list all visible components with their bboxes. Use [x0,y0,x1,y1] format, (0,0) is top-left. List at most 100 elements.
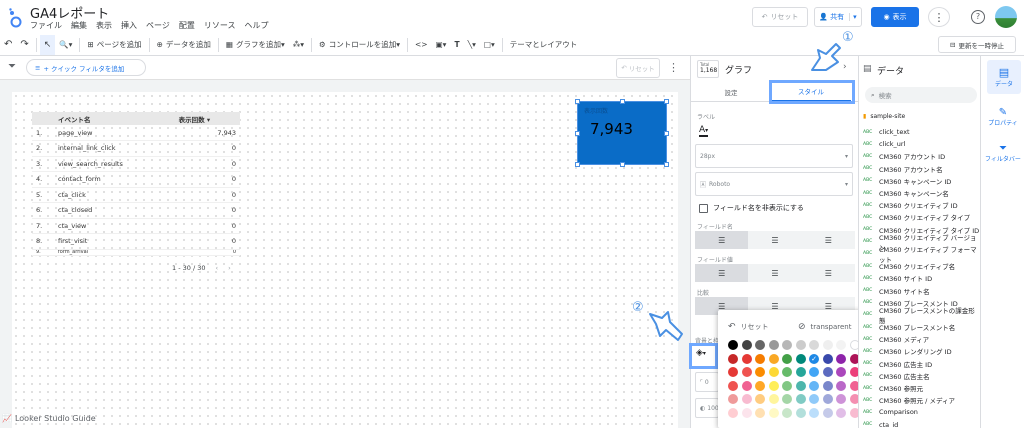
color-swatch[interactable] [755,407,765,418]
text-icon[interactable]: T [450,35,463,55]
color-swatch[interactable] [822,380,833,391]
transparent-button[interactable]: ⊘ transparent [798,322,852,332]
color-swatch[interactable] [782,367,792,377]
table-row[interactable]: 8. first_visit 0 [32,233,240,250]
resize-handle[interactable] [620,162,625,167]
list-item[interactable]: ABC CM360 参照元 [863,382,981,394]
color-swatch[interactable] [822,367,833,377]
menu-view[interactable]: 表示 [96,20,112,31]
filter-reset-button[interactable]: ↶ リセット [616,58,660,78]
list-item[interactable]: ABC cta_id [863,419,981,428]
color-swatch[interactable] [836,367,846,377]
report-canvas[interactable]: イベント名 表示回数 ▾ 1. page_view 7,943 2. internal… [2,92,678,428]
menu-insert[interactable]: 挿入 [121,20,137,31]
color-swatch[interactable] [741,394,752,404]
color-swatch[interactable] [755,367,765,377]
undo-icon[interactable]: ↶ [0,35,16,55]
align-center-icon[interactable]: ☰ [748,231,801,249]
resize-handle[interactable] [664,162,669,167]
table-row[interactable]: 3. view_search_results 0 [32,156,240,172]
color-swatch[interactable] [755,353,765,364]
list-item[interactable]: ABC CM360 アカウント名 [863,163,981,175]
menu-page[interactable]: ページ [146,20,170,31]
code-embed-icon[interactable]: <> [411,35,432,55]
color-swatch[interactable] [768,394,779,404]
color-swatch[interactable] [728,394,738,404]
color-swatch[interactable] [822,340,833,350]
tab-setup[interactable]: 設定 [691,82,771,102]
list-item[interactable]: ABC click_text [863,126,981,138]
list-item[interactable]: ABC CM360 クリエイティブ ID [863,199,981,211]
list-item[interactable]: ABC CM360 広告主名 [863,370,981,382]
event-table[interactable]: イベント名 表示回数 ▾ 1. page_view 7,943 2. internal… [32,112,240,256]
resize-handle[interactable] [575,131,580,136]
color-swatch[interactable] [755,394,765,404]
color-swatch[interactable] [809,394,819,404]
list-item[interactable]: ABC CM360 参照元 / メディア [863,394,981,406]
add-control-button[interactable]: ⚙ コントロールを追加 ▾ [315,35,404,55]
resize-handle[interactable] [664,99,669,104]
chart-type-icon[interactable]: Total 1,168 [697,60,719,78]
add-chart-button[interactable]: ▦ グラフを追加 ▾ [222,35,289,55]
color-swatch[interactable] [809,380,819,391]
align-left-icon[interactable]: ☰ [695,264,749,282]
color-swatch[interactable] [836,380,846,391]
color-swatch[interactable] [836,394,846,404]
color-swatch[interactable] [782,380,792,391]
resize-handle[interactable] [575,162,580,167]
color-swatch[interactable] [768,340,779,350]
list-item[interactable]: ABC CM360 レンダリング ID [863,345,981,357]
color-swatch[interactable] [782,353,792,364]
color-swatch[interactable] [768,407,779,418]
view-button[interactable]: ◉ 表示 [871,7,919,27]
opacity-input[interactable]: ◐ 100% [695,398,724,418]
font-size-select[interactable]: 28px ▾ [695,144,853,168]
fill-color-icon[interactable]: ◈▾ [696,348,706,358]
color-swatch[interactable] [728,380,738,391]
quick-filter-button[interactable]: ≡ + クイック フィルタを追加 [26,59,146,76]
data-source-label[interactable]: ▮ sample-site [863,113,905,120]
chevron-right-icon[interactable]: › [228,264,231,272]
color-swatch[interactable] [795,353,806,364]
list-item[interactable]: ABC Comparison [863,406,981,418]
line-icon[interactable]: ╲▾ [464,35,480,55]
table-row[interactable]: 6. cta_closed 0 [32,202,240,219]
color-swatch[interactable] [836,353,846,364]
menu-edit[interactable]: 編集 [71,20,87,31]
color-swatch[interactable] [755,340,765,350]
menu-file[interactable]: ファイル [30,20,62,31]
help-icon[interactable]: ? [971,10,985,24]
align-right-icon[interactable]: ☰ [802,264,855,282]
color-swatch[interactable] [782,340,792,350]
table-row[interactable]: 4. contact_form 0 [32,171,240,188]
menu-help[interactable]: ヘルプ [244,20,268,31]
align-center-icon[interactable]: ☰ [748,264,801,282]
color-swatch[interactable] [795,394,806,404]
rail-filter-bar-button[interactable]: ⏷ フィルタバー [983,136,1023,170]
reset-button[interactable]: ↶ リセット [752,7,808,27]
resize-handle[interactable] [575,99,580,104]
font-family-select[interactable]: 🄰 Roboto ▾ [695,172,853,196]
table-row[interactable]: 2. internal_link_click 0 [32,140,240,157]
list-item[interactable]: ABC CM360 サイト ID [863,272,981,284]
color-swatch[interactable] [795,367,806,377]
color-swatch[interactable] [809,367,819,377]
menu-arrange[interactable]: 配置 [179,20,195,31]
color-swatch[interactable] [741,407,752,418]
color-swatch[interactable] [768,380,779,391]
color-reset-button[interactable]: ↶ リセット [728,322,769,332]
hide-field-name-checkbox[interactable]: フィールド名を非表示にする [699,203,804,213]
color-swatch[interactable] [728,407,738,418]
table-header-event-name[interactable]: イベント名 [54,112,175,125]
align-right-icon[interactable]: ☰ [802,231,855,249]
color-swatch[interactable] [782,394,792,404]
resize-handle[interactable] [664,131,669,136]
zoom-icon[interactable]: 🔍▾ [55,35,76,55]
rail-data-button[interactable]: ▤ データ [987,60,1021,94]
color-swatch[interactable] [795,380,806,391]
filter-icon[interactable]: ⏷ [8,61,16,72]
color-swatch[interactable] [836,340,846,350]
color-swatch[interactable] [795,407,806,418]
avatar[interactable] [995,6,1017,28]
color-swatch[interactable] [728,353,738,364]
